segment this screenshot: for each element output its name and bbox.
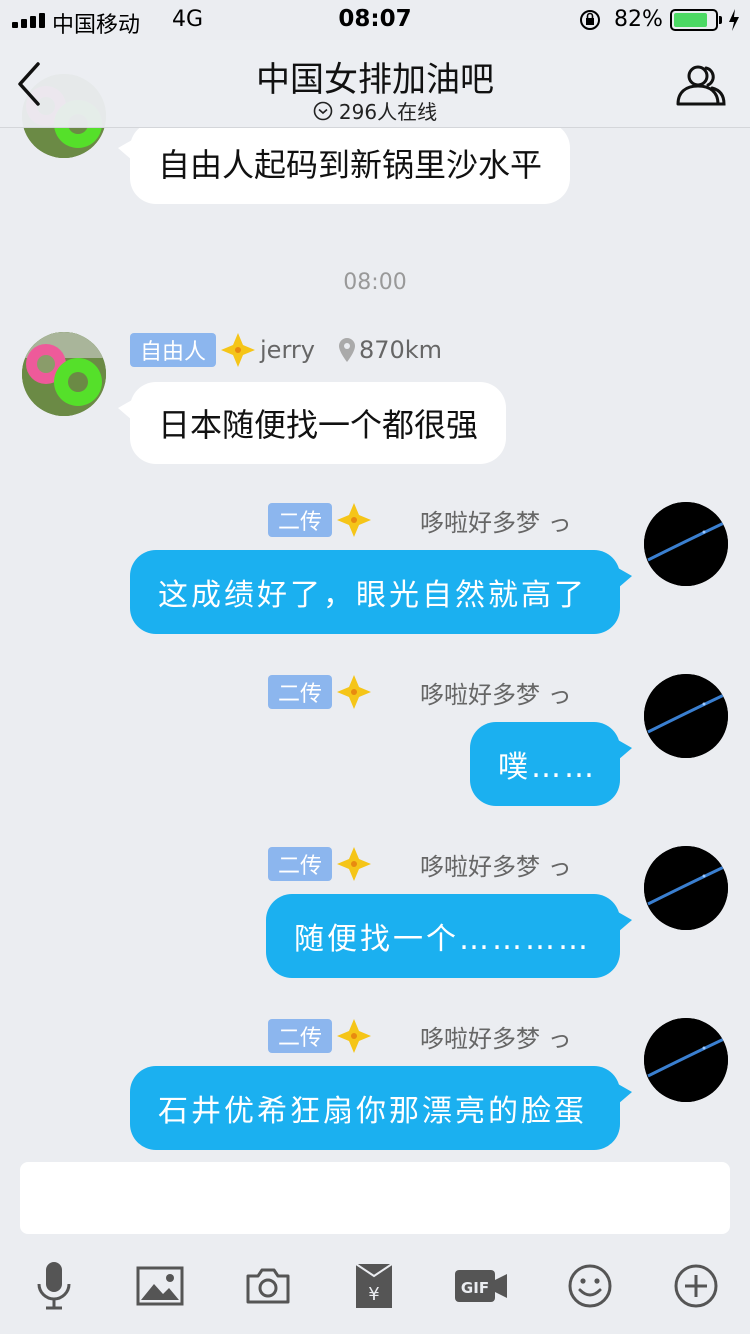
camera-icon[interactable] bbox=[240, 1258, 296, 1314]
level-star-icon bbox=[337, 847, 372, 881]
composer: ¥ GIF bbox=[0, 1150, 750, 1334]
chat-area[interactable]: 自由人起码到新锅里沙水平 08:00 自由人 jerry 870km 日本随便找… bbox=[0, 40, 750, 1150]
avatar[interactable] bbox=[644, 1018, 728, 1102]
online-count-label: 296人在线 bbox=[338, 100, 438, 124]
sender-name[interactable]: 哆啦好多梦 っ bbox=[420, 675, 572, 710]
rotation-lock-icon bbox=[580, 10, 600, 30]
sender-info: 二传 哆啦好多梦 っ bbox=[268, 674, 572, 710]
svg-text:GIF: GIF bbox=[461, 1279, 489, 1297]
message-input[interactable] bbox=[20, 1162, 730, 1234]
message-bubble[interactable]: 石井优希狂扇你那漂亮的脸蛋 bbox=[130, 1066, 632, 1150]
level-star-icon bbox=[337, 675, 372, 709]
battery-percent: 82% bbox=[614, 7, 663, 32]
chevron-down-circle-icon bbox=[313, 101, 333, 120]
status-bar: 中国移动 4G 08:07 82% bbox=[0, 0, 750, 40]
page-title: 中国女排加油吧 bbox=[256, 60, 494, 100]
location-icon bbox=[338, 338, 355, 362]
sender-name[interactable]: jerry bbox=[260, 336, 315, 364]
avatar[interactable] bbox=[22, 332, 106, 416]
avatar[interactable] bbox=[644, 502, 728, 586]
charging-icon bbox=[729, 9, 739, 31]
microphone-icon[interactable] bbox=[26, 1258, 82, 1314]
level-star-icon bbox=[221, 333, 256, 367]
sender-info: 二传 哆啦好多梦 っ bbox=[268, 1018, 572, 1054]
sender-name[interactable]: 哆啦好多梦 っ bbox=[420, 1019, 572, 1054]
sender-info: 二传 哆啦好多梦 っ bbox=[268, 846, 572, 882]
svg-text:¥: ¥ bbox=[368, 1284, 379, 1305]
sender-name[interactable]: 哆啦好多梦 っ bbox=[420, 503, 572, 538]
message-bubble[interactable]: 噗…… bbox=[470, 722, 632, 806]
distance-label: 870km bbox=[358, 336, 443, 364]
message-bubble[interactable]: 这成绩好了，眼光自然就高了 bbox=[130, 550, 632, 634]
level-star-icon bbox=[337, 1019, 372, 1053]
message-bubble[interactable]: 随便找一个………… bbox=[266, 894, 632, 978]
emoji-icon[interactable] bbox=[562, 1258, 618, 1314]
sender-name[interactable]: 哆啦好多梦 っ bbox=[420, 847, 572, 882]
battery-icon bbox=[670, 9, 718, 31]
composer-toolbar: ¥ GIF bbox=[0, 1258, 750, 1314]
nav-header: 中国女排加油吧 296人在线 bbox=[0, 40, 750, 128]
role-tag: 二传 bbox=[268, 503, 333, 537]
avatar[interactable] bbox=[644, 846, 728, 930]
sender-info: 二传 哆啦好多梦 っ bbox=[268, 502, 572, 538]
plus-icon[interactable] bbox=[668, 1258, 724, 1314]
role-tag: 自由人 bbox=[130, 333, 217, 367]
online-count[interactable]: 296人在线 bbox=[0, 96, 750, 125]
avatar[interactable] bbox=[644, 674, 728, 758]
image-icon[interactable] bbox=[132, 1258, 188, 1314]
sender-info: 自由人 jerry 870km bbox=[130, 332, 442, 368]
role-tag: 二传 bbox=[268, 847, 333, 881]
timestamp: 08:00 bbox=[343, 270, 407, 295]
group-members-icon[interactable] bbox=[672, 60, 728, 110]
role-tag: 二传 bbox=[268, 1019, 333, 1053]
gif-icon[interactable]: GIF bbox=[452, 1258, 512, 1314]
level-star-icon bbox=[337, 503, 372, 537]
role-tag: 二传 bbox=[268, 675, 333, 709]
message-bubble[interactable]: 日本随便找一个都很强 bbox=[117, 382, 507, 464]
red-packet-icon[interactable]: ¥ bbox=[346, 1258, 402, 1314]
message-bubble[interactable]: 自由人起码到新锅里沙水平 bbox=[117, 122, 571, 204]
